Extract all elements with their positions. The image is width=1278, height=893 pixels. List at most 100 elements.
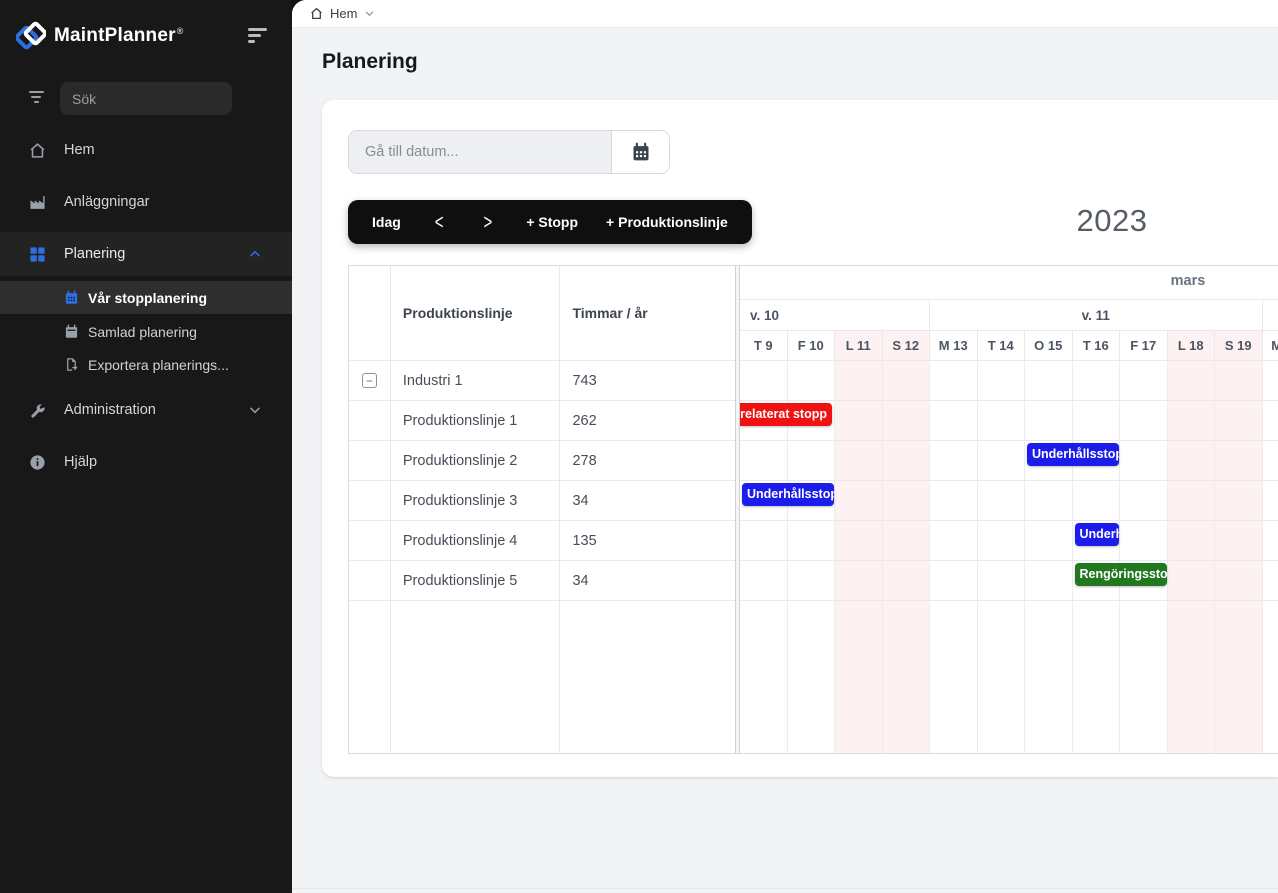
line-column-header: Produktionslinje <box>391 266 561 360</box>
day-header-m-20: M 20 <box>1263 331 1278 360</box>
goto-date-calendar-button[interactable] <box>611 131 669 173</box>
event-bar[interactable]: Underh <box>1075 523 1120 546</box>
calendar-row <box>740 561 1278 601</box>
year-label: 2023 <box>1012 203 1212 239</box>
day-header-s-12: S 12 <box>883 331 931 360</box>
day-header-t-9: T 9 <box>740 331 788 360</box>
sidebar-toggle-icon[interactable] <box>248 28 270 44</box>
sidebar-item-label: Planering <box>64 246 125 262</box>
grid-icon <box>28 245 46 263</box>
sidebar-item-label: Hjälp <box>64 454 97 470</box>
fixed-rows: −Industri 1743Produktionslinje 1262Produ… <box>349 361 735 601</box>
day-header-t-14: T 14 <box>978 331 1026 360</box>
factory-icon <box>28 193 46 211</box>
breadcrumb[interactable]: Hem <box>310 6 375 21</box>
sidebar-item-anlaggningar[interactable]: Anläggningar <box>0 180 292 224</box>
event-bar[interactable]: srelaterat stopp <box>740 403 832 426</box>
sidebar-item-label: Hem <box>64 142 95 158</box>
goto-date-group <box>348 130 670 174</box>
sidebar-item-administration[interactable]: Administration <box>0 388 292 432</box>
calendar-row <box>740 361 1278 401</box>
event-bar[interactable]: Underhållsstop <box>742 483 834 506</box>
info-icon <box>28 453 46 471</box>
sidebar-item-var-stopplanering[interactable]: Vår stopplanering <box>0 281 292 314</box>
expand-cell: − <box>349 361 391 400</box>
sidebar-item-label: Exportera planerings... <box>88 357 229 373</box>
sidebar-item-samlad-planering[interactable]: Samlad planering <box>0 315 292 348</box>
table-row: Produktionslinje 334 <box>349 481 735 521</box>
filter-icon <box>28 91 44 105</box>
calendar-icon <box>64 290 79 305</box>
month-label: mars <box>1148 273 1228 289</box>
sidebar-item-label: Vår stopplanering <box>88 290 207 306</box>
logo[interactable]: MaintPlanner® <box>16 18 276 54</box>
logo-text: MaintPlanner® <box>54 25 184 47</box>
day-header-o-15: O 15 <box>1025 331 1073 360</box>
logo-icon <box>16 21 46 51</box>
row-name: Produktionslinje 4 <box>391 521 561 560</box>
chevron-up-icon <box>248 247 262 261</box>
add-production-line-button[interactable]: + Produktionslinje <box>592 200 742 244</box>
next-button[interactable]: > <box>464 191 513 253</box>
expand-cell <box>349 441 391 480</box>
table-row: Produktionslinje 2278 <box>349 441 735 481</box>
chevron-down-icon <box>248 403 262 417</box>
day-header-row: T 9F 10L 11S 12M 13T 14O 15T 16F 17L 18S… <box>740 331 1278 361</box>
expand-cell <box>349 561 391 600</box>
sidebar-item-label: Administration <box>64 402 156 418</box>
event-bar[interactable]: Underhållsstop <box>1027 443 1119 466</box>
row-hours: 278 <box>560 441 735 480</box>
row-name: Produktionslinje 5 <box>391 561 561 600</box>
content-shell: Hem Planering Idag < > + Stopp + <box>292 0 1278 893</box>
sidebar-search-row <box>0 84 292 114</box>
table-row: Produktionslinje 1262 <box>349 401 735 441</box>
today-button[interactable]: Idag <box>358 200 415 244</box>
planner-table: Produktionslinje Timmar / år −Industri 1… <box>348 265 1278 754</box>
wrench-icon <box>28 401 46 419</box>
table-row: Produktionslinje 534 <box>349 561 735 601</box>
day-header-t-16: T 16 <box>1073 331 1121 360</box>
bottom-divider <box>292 888 1278 889</box>
calendar-inner: mars v. 10v. 11 T 9F 10L 11S 12M 13T 14O… <box>740 266 1278 753</box>
event-bar[interactable]: Rengöringsstop <box>1075 563 1167 586</box>
sidebar-item-label: Samlad planering <box>88 324 197 340</box>
calendar-icon <box>631 142 651 162</box>
goto-date-input[interactable] <box>349 131 611 173</box>
day-header-f-10: F 10 <box>788 331 836 360</box>
add-stop-button[interactable]: + Stopp <box>512 200 592 244</box>
day-header-f-17: F 17 <box>1120 331 1168 360</box>
hours-column-header: Timmar / år <box>560 266 735 360</box>
expand-cell <box>349 521 391 560</box>
sidebar-item-planering[interactable]: Planering <box>0 232 292 276</box>
day-header-s-19: S 19 <box>1215 331 1263 360</box>
row-name: Produktionslinje 2 <box>391 441 561 480</box>
calendar-body: srelaterat stopp Underhållsstop Underhålls… <box>740 361 1278 753</box>
expand-cell <box>349 401 391 440</box>
registered-mark: ® <box>177 26 184 36</box>
collapse-row-icon[interactable]: − <box>362 373 377 388</box>
day-header-l-11: L 11 <box>835 331 883 360</box>
sidebar-item-hem[interactable]: Hem <box>0 128 292 172</box>
breadcrumb-label: Hem <box>330 6 357 21</box>
calendar-toolbar: Idag < > + Stopp + Produktionslinje <box>348 200 752 244</box>
table-row: Produktionslinje 4135 <box>349 521 735 561</box>
row-name: Industri 1 <box>391 361 561 400</box>
sidebar: MaintPlanner® Hem Anläggningar Planering <box>0 0 292 893</box>
sidebar-item-exportera-planerings[interactable]: Exportera planerings... <box>0 348 292 381</box>
home-icon <box>310 7 323 20</box>
planner-header: Produktionslinje Timmar / år <box>349 266 735 361</box>
sidebar-item-hjalp[interactable]: Hjälp <box>0 440 292 484</box>
home-icon <box>28 141 46 159</box>
day-header-l-18: L 18 <box>1168 331 1216 360</box>
week-header-0: v. 10 <box>740 300 930 330</box>
search-input[interactable] <box>60 82 232 115</box>
row-hours: 34 <box>560 481 735 520</box>
row-name: Produktionslinje 1 <box>391 401 561 440</box>
expand-column-header <box>349 266 391 360</box>
month-header-row: mars <box>740 266 1278 300</box>
prev-button[interactable]: < <box>415 191 464 253</box>
week-header-row: v. 10v. 11 <box>740 300 1278 331</box>
week-header-1: v. 11 <box>930 300 1263 330</box>
calendar-area: mars v. 10v. 11 T 9F 10L 11S 12M 13T 14O… <box>740 266 1278 753</box>
row-hours: 262 <box>560 401 735 440</box>
